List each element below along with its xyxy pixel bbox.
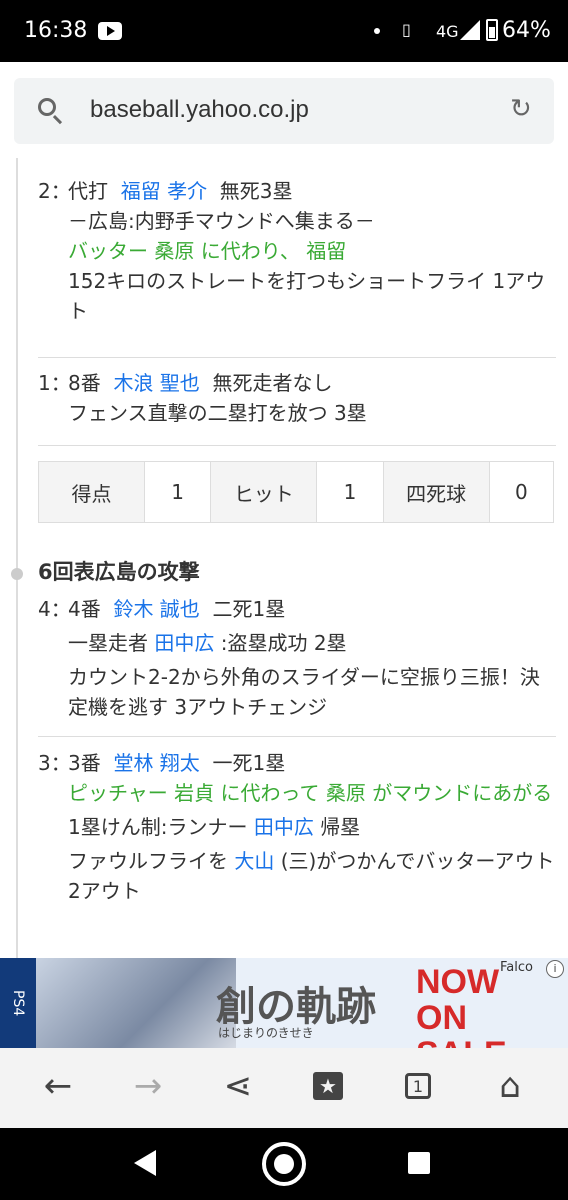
substitution-line: ピッチャー 岩貞 に代わって 桑原 がマウンドにあがる	[68, 778, 556, 808]
walks-label: 四死球	[383, 462, 490, 522]
situation-text: 一死1塁	[212, 751, 286, 775]
player-link[interactable]: 木浪 聖也	[113, 371, 199, 395]
hits-value: 1	[317, 462, 384, 522]
batter-order: 3番	[68, 751, 101, 775]
address-bar[interactable]: baseball.yahoo.co.jp ↻	[14, 78, 554, 144]
system-home-icon[interactable]	[262, 1142, 306, 1186]
ps4-logo: PS4	[0, 958, 36, 1048]
walks-value: 0	[514, 480, 528, 504]
home-icon[interactable]: ⌂	[486, 1062, 534, 1110]
situation-text: 無死3塁	[219, 179, 293, 203]
play-line: ファウルフライを 大山 (三)がつかんでバッターアウト 2アウト	[68, 846, 556, 906]
sub-text: がマウンドにあがる	[372, 781, 553, 805]
timeline-line	[16, 158, 18, 958]
ad-subtitle: はじまりのきせき	[218, 1026, 314, 1040]
player-link[interactable]: 田中広	[254, 815, 314, 839]
player-link[interactable]: 鈴木 誠也	[113, 597, 199, 621]
player-name: 桑原	[325, 781, 366, 805]
status-time: 16:38	[24, 18, 88, 43]
ad-maker: Falco	[500, 960, 533, 975]
system-nav-bar	[0, 1128, 568, 1200]
play-text: ファウルフライを	[68, 849, 228, 873]
ad-artwork	[36, 958, 236, 1048]
sub-text: ピッチャー	[68, 781, 168, 805]
bookmark-star-icon[interactable]: ★	[304, 1062, 352, 1110]
browser-nav-bar: ← → ⋖ ★ 1 ⌂	[0, 1048, 568, 1128]
play-result: :盗塁成功 2塁	[220, 631, 347, 655]
hits-label: ヒット	[211, 462, 318, 522]
play-number: 3：	[38, 751, 71, 775]
play-line: 152キロのストレートを打つもショートフライ 1アウト	[68, 269, 546, 323]
inning-stats-table: 得点 1 ヒット 1 四死球 0	[38, 461, 554, 523]
arrow-right-icon[interactable]: →	[124, 1062, 172, 1110]
play-result: 帰塁	[320, 815, 361, 839]
network-type: 4G	[436, 22, 459, 41]
sub-text: に代わって	[220, 781, 320, 805]
player-name: 桑原	[154, 239, 195, 263]
player-link[interactable]: 大山	[234, 849, 274, 873]
play-number: 1：	[38, 371, 71, 395]
battery-percent: 64%	[502, 18, 551, 43]
player-name: 岩貞	[174, 781, 215, 805]
ad-info-icon[interactable]: i	[546, 960, 564, 978]
divider	[38, 357, 556, 358]
vibrate-icon: ▯	[402, 20, 411, 39]
play-number: 2：	[38, 179, 71, 203]
arrow-left-icon[interactable]: ←	[34, 1062, 82, 1110]
situation-text: 無死走者なし	[212, 371, 333, 395]
play-item: 4： 4番 鈴木 誠也 二死1塁 一塁走者 田中広 :盗塁成功 2塁 カウント2…	[38, 594, 556, 722]
situation-text: 二死1塁	[212, 597, 286, 621]
inning-heading: 6回表広島の攻撃	[38, 560, 200, 584]
runs-label: 得点	[39, 462, 145, 522]
play-line: －広島:内野手マウンドへ集まる－	[68, 209, 375, 233]
tabs-icon[interactable]: 1	[394, 1062, 442, 1110]
player-link[interactable]: 福留 孝介	[121, 179, 207, 203]
batter-order: 4番	[68, 597, 101, 621]
play-line: カウント2-2から外角のスライダーに空振り三振！決定機を逃す 3アウトチェンジ	[68, 665, 540, 719]
batter-order: 代打	[68, 179, 108, 203]
timeline-dot	[11, 568, 23, 580]
system-recents-icon[interactable]	[408, 1152, 430, 1174]
play-line: 3番 堂林 翔太 一死1塁	[68, 748, 556, 778]
play-line: 8番 木浪 聖也 無死走者なし	[68, 368, 556, 398]
play-line: 1塁けん制:ランナー 田中広 帰塁	[68, 812, 556, 842]
play-line: 4番 鈴木 誠也 二死1塁	[68, 594, 556, 624]
url-text[interactable]: baseball.yahoo.co.jp	[90, 96, 309, 124]
notification-dot-icon	[374, 28, 380, 34]
signal-icon	[460, 20, 480, 40]
substitution-line: バッター 桑原 に代わり、 福留	[68, 236, 556, 266]
search-icon	[38, 98, 56, 116]
divider	[38, 445, 556, 446]
system-back-icon[interactable]	[134, 1150, 156, 1176]
play-item: 1： 8番 木浪 聖也 無死走者なし フェンス直撃の二塁打を放つ 3塁	[38, 368, 556, 428]
sub-text: に代わり、	[200, 239, 300, 263]
status-bar: 16:38 ▯ 4G 64%	[0, 0, 568, 62]
play-item: 3： 3番 堂林 翔太 一死1塁 ピッチャー 岩貞 に代わって 桑原 がマウンド…	[38, 748, 556, 906]
ad-tagline: NOW ON SALE	[416, 963, 507, 1048]
reload-icon[interactable]: ↻	[510, 96, 536, 122]
player-link[interactable]: 堂林 翔太	[113, 751, 199, 775]
battery-icon	[486, 19, 498, 41]
play-line: 一塁走者 田中広 :盗塁成功 2塁	[68, 628, 556, 658]
divider	[38, 736, 556, 737]
player-name: 福留	[306, 239, 347, 263]
play-number: 4：	[38, 597, 71, 621]
ad-banner[interactable]: PS4 創の軌跡 はじまりのきせき NOW ON SALE Falco i	[0, 958, 568, 1048]
play-line: フェンス直撃の二塁打を放つ 3塁	[68, 401, 367, 425]
sub-text: バッター	[68, 239, 148, 263]
player-link[interactable]: 田中広	[154, 631, 214, 655]
play-by-play: 2： 代打 福留 孝介 無死3塁 －広島:内野手マウンドへ集まる－ バッター 桑…	[0, 158, 568, 958]
runs-value: 1	[145, 462, 212, 522]
play-line: 代打 福留 孝介 無死3塁	[68, 176, 556, 206]
share-icon[interactable]: ⋖	[214, 1062, 262, 1110]
batter-order: 8番	[68, 371, 101, 395]
browser-toolbar: baseball.yahoo.co.jp ↻	[0, 62, 568, 158]
pickoff-text: 1塁けん制:ランナー	[68, 815, 248, 839]
runner-label: 一塁走者	[68, 631, 148, 655]
play-item: 2： 代打 福留 孝介 無死3塁 －広島:内野手マウンドへ集まる－ バッター 桑…	[38, 176, 556, 326]
youtube-icon	[98, 22, 122, 40]
